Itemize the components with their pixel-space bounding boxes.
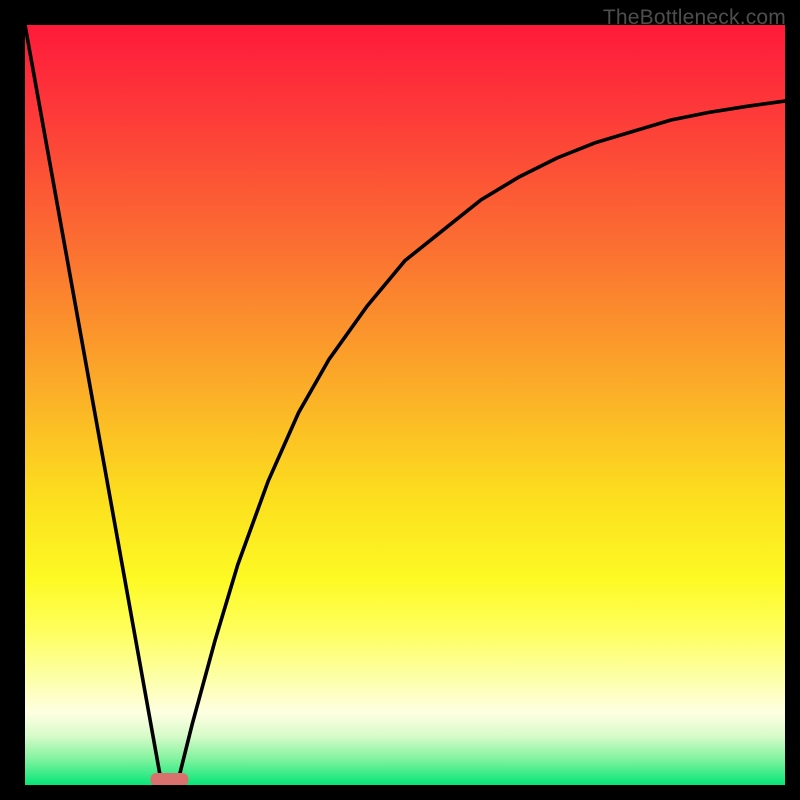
chart-svg	[25, 25, 785, 785]
bottom-marker	[150, 773, 188, 785]
watermark-text: TheBottleneck.com	[603, 6, 786, 30]
gradient-background	[25, 25, 785, 785]
chart-frame: TheBottleneck.com	[0, 0, 800, 800]
plot-area	[25, 25, 785, 785]
